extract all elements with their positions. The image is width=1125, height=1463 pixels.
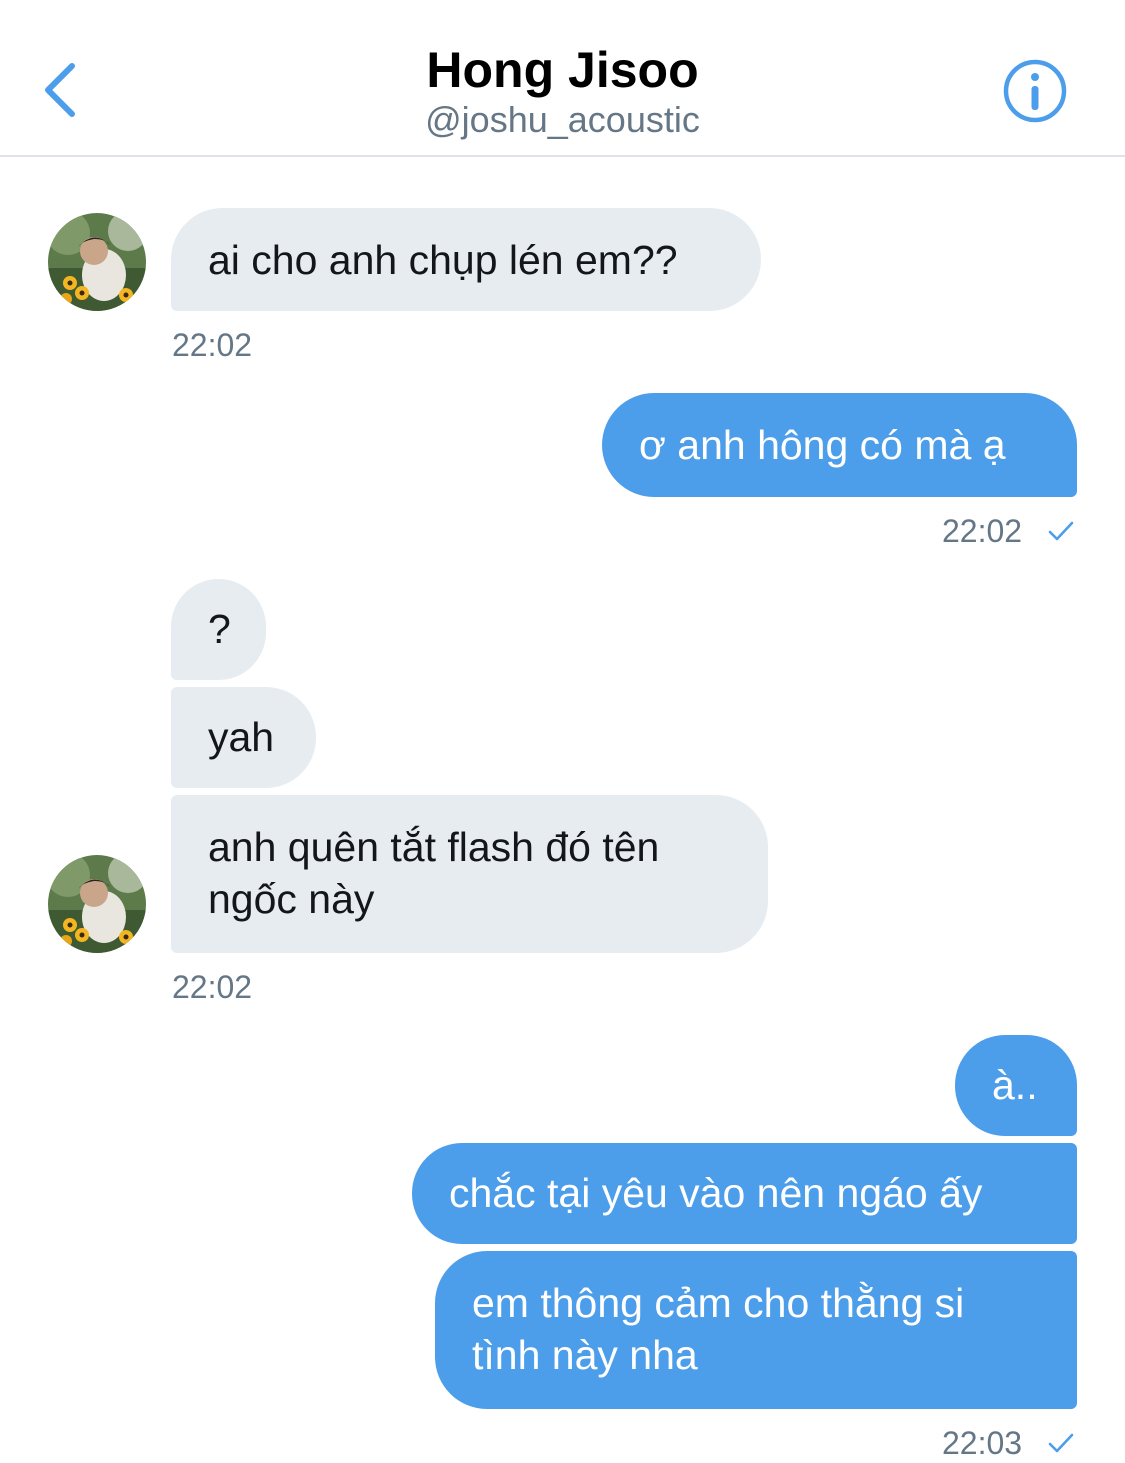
message-text: chắc tại yêu vào nên ngáo ấy (449, 1170, 983, 1216)
message-text: ? (208, 606, 231, 652)
message-text: ai cho anh chụp lén em?? (208, 237, 678, 283)
outgoing-message-bubble[interactable]: ơ anh hông có mà ạ (602, 393, 1077, 497)
message-text: em thông cảm cho thằng si tình này nha (472, 1280, 965, 1378)
outgoing-message-bubble[interactable]: à.. (955, 1035, 1077, 1136)
message-text: à.. (992, 1062, 1038, 1108)
outgoing-message-bubble[interactable]: chắc tại yêu vào nên ngáo ấy (412, 1143, 1077, 1244)
conversation-header: Hong Jisoo @joshu_acoustic (0, 0, 1125, 157)
message-timestamp: 22:02 (172, 969, 253, 1005)
message-timestamp: 22:03 (942, 1425, 1023, 1461)
outgoing-message-bubble[interactable]: em thông cảm cho thằng si tình này nha (435, 1251, 1077, 1409)
avatar[interactable] (48, 213, 146, 311)
conversation-title: Hong Jisoo (426, 42, 699, 98)
sent-check-icon (1048, 1433, 1074, 1453)
info-icon[interactable] (1002, 58, 1068, 124)
incoming-message-bubble[interactable]: ? (171, 579, 266, 680)
conversation-handle: @joshu_acoustic (425, 99, 700, 140)
message-text: anh quên tắt flash đó tên ngốc này (208, 824, 660, 922)
message-text: ơ anh hông có mà ạ (639, 422, 1006, 468)
message-text: yah (208, 714, 275, 760)
incoming-message-bubble[interactable]: ai cho anh chụp lén em?? (171, 208, 761, 311)
incoming-message-bubble[interactable]: anh quên tắt flash đó tên ngốc này (171, 795, 768, 953)
avatar[interactable] (48, 855, 146, 953)
incoming-message-bubble[interactable]: yah (171, 687, 316, 788)
message-timestamp: 22:02 (942, 513, 1023, 549)
sent-check-icon (1048, 521, 1074, 541)
message-timestamp: 22:02 (172, 327, 253, 363)
